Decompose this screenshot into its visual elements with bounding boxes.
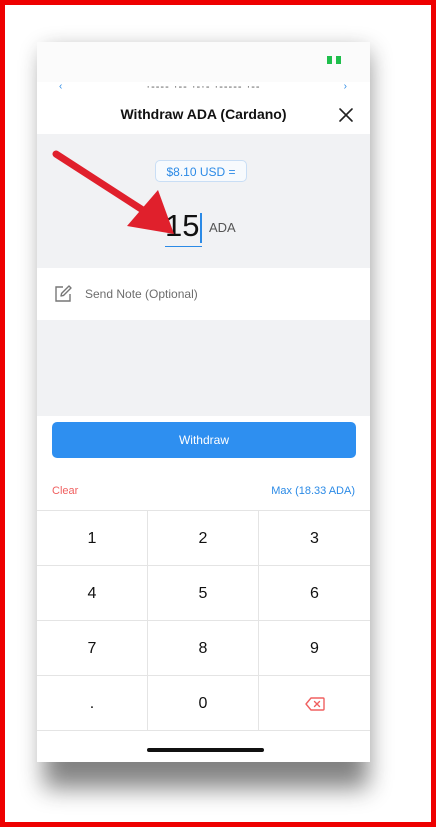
keypad-key-5[interactable]: 5 — [148, 566, 259, 621]
send-note-field[interactable]: Send Note (Optional) — [37, 268, 370, 320]
keypad-key-6[interactable]: 6 — [259, 566, 370, 621]
keypad-key-decimal[interactable]: . — [37, 676, 148, 731]
battery-icon — [327, 56, 341, 64]
keypad-key-9[interactable]: 9 — [259, 621, 370, 676]
keypad-key-3[interactable]: 3 — [259, 511, 370, 566]
backspace-icon — [304, 697, 325, 711]
amount-unit: ADA — [209, 220, 236, 235]
keypad-key-8[interactable]: 8 — [148, 621, 259, 676]
clear-button[interactable]: Clear — [52, 485, 78, 497]
text-caret — [200, 213, 203, 243]
close-icon — [339, 108, 353, 122]
close-button[interactable] — [335, 104, 357, 126]
withdraw-button[interactable]: Withdraw — [52, 422, 356, 458]
modal-header: Withdraw ADA (Cardano) — [37, 94, 370, 134]
keypad-key-7[interactable]: 7 — [37, 621, 148, 676]
home-indicator — [147, 748, 264, 752]
keypad-backspace-button[interactable] — [259, 676, 370, 731]
keypad-key-1[interactable]: 1 — [37, 511, 148, 566]
edit-note-icon — [55, 285, 72, 302]
numeric-keypad: 1 2 3 4 5 6 7 8 9 . 0 — [37, 511, 370, 731]
annotation-arrow-icon — [52, 150, 174, 234]
content-spacer — [37, 320, 370, 416]
nav-edge-left: ‹ — [59, 82, 64, 92]
page-title: Withdraw ADA (Cardano) — [120, 106, 287, 122]
status-bar — [37, 42, 370, 82]
keypad-key-2[interactable]: 2 — [148, 511, 259, 566]
keypad-key-0[interactable]: 0 — [148, 676, 259, 731]
amount-actions-row: Clear Max (18.33 ADA) — [37, 472, 370, 511]
previous-screen-title-remnant: ‹ ·‑‑‑‑ ·‑‑ ·‑·‑ ·‑‑‑‑‑ ·‑‑ › — [59, 82, 348, 93]
max-amount-button[interactable]: Max (18.33 ADA) — [271, 485, 355, 497]
send-note-placeholder: Send Note (Optional) — [85, 287, 198, 301]
nav-edge-right: › — [343, 82, 348, 92]
keypad-key-4[interactable]: 4 — [37, 566, 148, 621]
